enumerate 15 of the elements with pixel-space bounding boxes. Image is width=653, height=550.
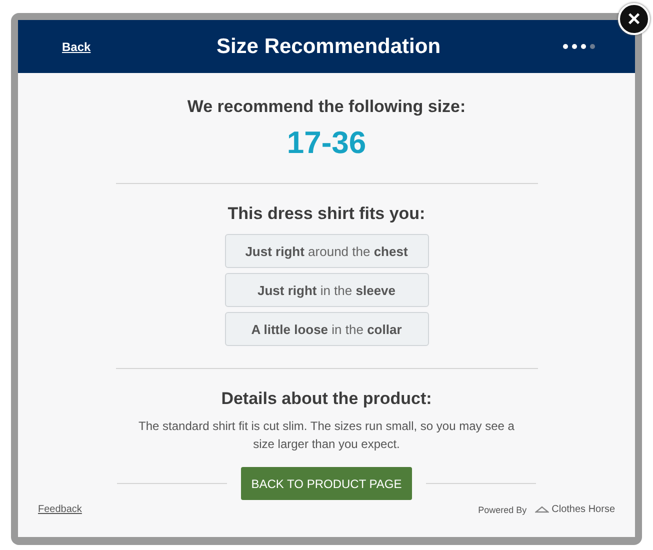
details-heading: Details about the product: <box>221 389 432 409</box>
fit-item: Just right around the chest <box>224 234 428 268</box>
recommendation-heading: We recommend the following size: <box>187 97 466 117</box>
recommended-size: 17-36 <box>286 125 366 161</box>
details-text: The standard shirt fit is cut slim. The sizes run small, so you may see a size larger than you expect. <box>138 418 516 453</box>
dialog-title: Size Recommendation <box>216 34 441 58</box>
fit-item: Just right in the sleeve <box>224 273 428 307</box>
back-link[interactable]: Back <box>62 40 216 54</box>
powered-by-label: Powered By <box>478 504 527 514</box>
fit-item: A little loose in the collar <box>224 312 428 346</box>
fit-heading: This dress shirt fits you: <box>228 204 426 224</box>
back-to-product-button[interactable]: BACK TO PRODUCT PAGE <box>241 467 412 500</box>
brand-name: Clothes Horse <box>552 504 615 515</box>
close-button[interactable]: × <box>618 3 650 35</box>
feedback-link[interactable]: Feedback <box>38 504 82 515</box>
